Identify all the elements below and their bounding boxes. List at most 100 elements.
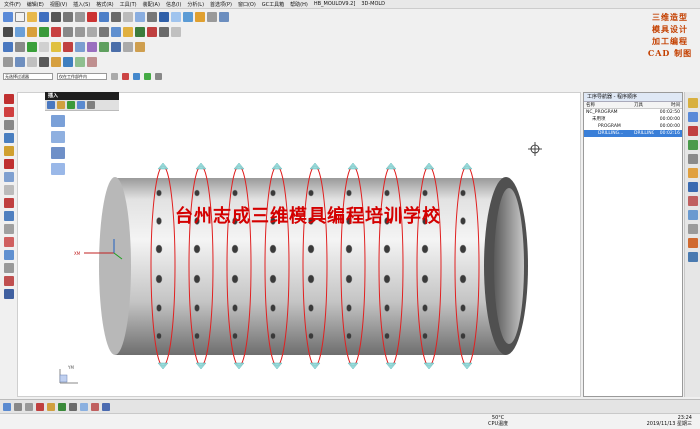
create-program-icon[interactable] <box>3 27 13 37</box>
assembly-tab-icon[interactable] <box>687 112 698 122</box>
feature-icon[interactable] <box>51 42 61 52</box>
create-method-icon[interactable] <box>39 27 49 37</box>
offset-curve-icon[interactable] <box>3 198 14 208</box>
insert-method-icon[interactable] <box>77 101 85 109</box>
project-curve-icon[interactable] <box>3 211 14 221</box>
program-order-view-icon[interactable] <box>63 27 73 37</box>
edit-object-icon[interactable] <box>87 42 97 52</box>
curve-icon[interactable] <box>3 172 14 182</box>
roles-tab-icon[interactable] <box>687 168 698 178</box>
view-right-icon[interactable] <box>36 402 44 411</box>
helix-icon[interactable] <box>3 185 14 195</box>
create-tool-icon[interactable] <box>15 27 25 37</box>
join-curve-icon[interactable] <box>3 289 14 299</box>
snap-quadrant-icon[interactable] <box>155 73 162 80</box>
menu-analysis[interactable]: 分析(L) <box>187 1 204 8</box>
table-row[interactable]: 未用项 00:00:00 <box>584 116 682 123</box>
trim-curve-icon[interactable] <box>3 263 14 273</box>
line-tool-icon[interactable] <box>3 57 13 67</box>
bore-op-icon[interactable] <box>51 163 65 175</box>
palette-tab-icon[interactable] <box>687 238 698 248</box>
insert-operation-icon[interactable] <box>87 101 95 109</box>
check-icon[interactable] <box>27 42 37 52</box>
scope-select[interactable]: 仅在工作部件内 <box>57 73 107 80</box>
arc-icon[interactable] <box>3 107 14 117</box>
history-tab-icon[interactable] <box>687 154 698 164</box>
edge-display-icon[interactable] <box>91 402 99 411</box>
paste-icon[interactable] <box>75 12 85 22</box>
filter-icon[interactable] <box>111 73 118 80</box>
create-operation-icon[interactable] <box>51 27 61 37</box>
reuse-tab-icon[interactable] <box>687 140 698 150</box>
menu-gc-toolbox[interactable]: GC工具箱 <box>262 1 284 8</box>
insert-tool-icon[interactable] <box>57 101 65 109</box>
shaded-view-icon[interactable] <box>171 12 181 22</box>
properties-icon[interactable] <box>135 42 145 52</box>
snap-center-icon[interactable] <box>144 73 151 80</box>
blank-icon[interactable] <box>99 42 109 52</box>
view-iso-icon[interactable] <box>47 402 55 411</box>
intersect-curve-icon[interactable] <box>3 224 14 234</box>
create-geometry-icon[interactable] <box>27 27 37 37</box>
machine-tool-view-icon[interactable] <box>75 27 85 37</box>
delete-icon[interactable] <box>87 12 97 22</box>
mirror-icon[interactable] <box>75 57 85 67</box>
open-folder-icon[interactable] <box>27 12 37 22</box>
point-tool-icon[interactable] <box>27 57 37 67</box>
menu-3d-mold[interactable]: 3D-MOLD <box>361 1 385 7</box>
hide-icon[interactable] <box>123 42 133 52</box>
generate-toolpath-icon[interactable] <box>111 27 121 37</box>
layer-icon[interactable] <box>195 12 205 22</box>
table-row[interactable]: NC_PROGRAM 00:02:50 <box>584 109 682 116</box>
command-finder-icon[interactable] <box>111 12 121 22</box>
verify-icon[interactable] <box>135 27 145 37</box>
snap-endpoint-icon[interactable] <box>122 73 129 80</box>
divide-curve-icon[interactable] <box>3 276 14 286</box>
view-top-icon[interactable] <box>25 402 33 411</box>
menu-window[interactable]: 窗口(O) <box>238 1 256 8</box>
spot-drill-op-icon[interactable] <box>51 131 65 143</box>
menu-info[interactable]: 信息(I) <box>166 1 181 8</box>
col-time-header[interactable]: 时间 <box>654 102 682 108</box>
remove-icon[interactable] <box>63 42 73 52</box>
menu-format[interactable]: 格式(R) <box>96 1 113 8</box>
method-view-icon[interactable] <box>99 27 109 37</box>
cut-icon[interactable] <box>51 12 61 22</box>
view-fit-icon[interactable] <box>123 12 133 22</box>
menu-assembly[interactable]: 装配(A) <box>143 1 160 8</box>
insert-program-icon[interactable] <box>47 101 55 109</box>
type-filter-select[interactable]: 无选择过滤器 <box>3 73 53 80</box>
replay-toolpath-icon[interactable] <box>123 27 133 37</box>
rectangle-icon[interactable] <box>3 120 14 130</box>
menu-help[interactable]: 帮助(H) <box>290 1 308 8</box>
snap-grid-icon[interactable] <box>102 402 110 411</box>
wireframe-icon[interactable] <box>58 402 66 411</box>
tools-tab-icon[interactable] <box>687 210 698 220</box>
arc-tool-icon[interactable] <box>15 57 25 67</box>
circle-icon[interactable] <box>3 133 14 143</box>
sketch-icon[interactable] <box>3 42 13 52</box>
extrude-icon[interactable] <box>15 42 25 52</box>
insert-geometry-icon[interactable] <box>67 101 75 109</box>
text-icon[interactable] <box>3 159 14 169</box>
display-icon[interactable] <box>111 42 121 52</box>
measure-icon[interactable] <box>39 42 49 52</box>
datum-icon[interactable] <box>39 57 49 67</box>
web-tab-icon[interactable] <box>687 182 698 192</box>
new-file-icon[interactable] <box>15 12 25 22</box>
view-front-icon[interactable] <box>14 402 22 411</box>
menu-edit[interactable]: 编辑(E) <box>27 1 44 8</box>
pattern-icon[interactable] <box>87 57 97 67</box>
offset-icon[interactable] <box>51 57 61 67</box>
view-orient-icon[interactable] <box>183 12 193 22</box>
output-cls-icon[interactable] <box>171 27 181 37</box>
save-icon[interactable] <box>39 12 49 22</box>
spline-icon[interactable] <box>3 146 14 156</box>
machine-tab-icon[interactable] <box>687 196 698 206</box>
menu-hb-mould[interactable]: HB_MOULDV9.2] <box>314 1 355 7</box>
col-tool-header[interactable]: 刀具 <box>634 102 654 108</box>
wcs-icon[interactable] <box>219 12 229 22</box>
tap-op-icon[interactable] <box>51 147 65 159</box>
part-tab-icon[interactable] <box>687 126 698 136</box>
transform-icon[interactable] <box>75 42 85 52</box>
